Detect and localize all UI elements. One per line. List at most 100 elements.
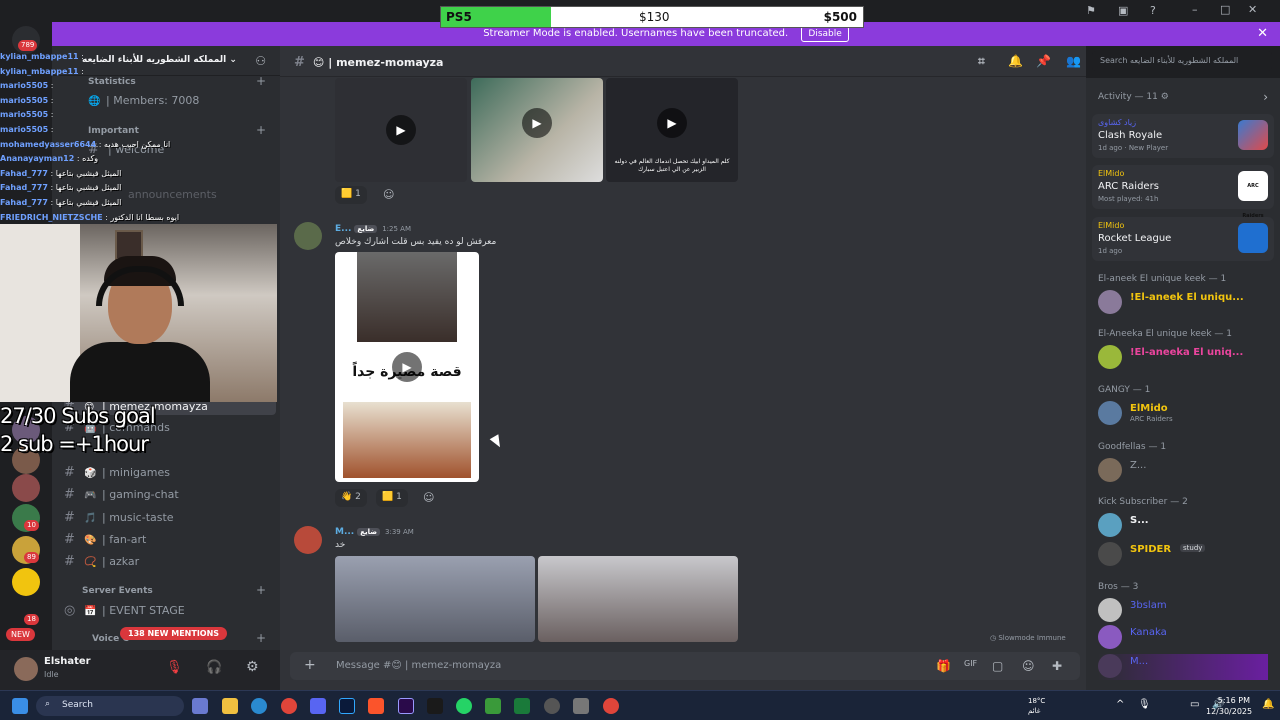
channel-fan-art[interactable]: # 🎨 | fan-art [64, 532, 146, 547]
app-icon[interactable] [514, 698, 530, 714]
play-icon[interactable]: ▶ [657, 108, 687, 138]
channel-gaming-chat[interactable]: # 🎮 | gaming-chat [64, 487, 179, 502]
gift-icon[interactable]: 🎁 [936, 659, 951, 673]
chrome-icon[interactable] [281, 698, 297, 714]
sticker-icon[interactable]: ▢ [992, 659, 1003, 673]
pin-icon[interactable]: 📌 [1036, 54, 1051, 68]
search-input[interactable]: Search المملكه الشطوريه للأبناء الضايعه [1092, 51, 1272, 71]
user-status: Idle [44, 670, 59, 679]
channel-event-stage[interactable]: ◎ 📅 | EVENT STAGE [64, 603, 185, 618]
settings-icon[interactable] [573, 698, 589, 714]
message-author[interactable]: M... ضايع 3:39 AM [335, 527, 414, 537]
help-icon[interactable]: ? [1150, 4, 1156, 17]
threads-icon[interactable]: ⌗ [978, 54, 985, 69]
gif-icon[interactable]: GIF [964, 659, 977, 668]
prayer-icon: 📿 [84, 557, 97, 568]
member-item[interactable]: M... [1098, 654, 1268, 680]
taskbar-search[interactable]: ⌕ Search [36, 696, 184, 716]
stream-chat-user: kylian_mbappe11 [0, 52, 79, 61]
bell-icon[interactable]: 🔔 [1008, 54, 1023, 68]
chrome-icon[interactable] [603, 698, 619, 714]
add-channel-icon[interactable]: + [256, 74, 266, 88]
wifi-icon[interactable]: ▭ [1190, 699, 1199, 710]
play-icon[interactable]: ▶ [386, 115, 416, 145]
premiere-icon[interactable] [398, 698, 414, 714]
inbox-icon[interactable]: ⚑ [1086, 4, 1096, 17]
weather-widget[interactable]: 18°C غائم [1028, 696, 1045, 716]
obs-icon[interactable] [427, 698, 443, 714]
channel-azkar[interactable]: # 📿 | azkar [64, 554, 139, 569]
stream-chat-message: kylian_mbappe11 : [0, 52, 84, 61]
file-explorer-icon[interactable] [222, 698, 238, 714]
taskbar-clock[interactable]: 5:16 PM 12/30/2025 [1206, 695, 1252, 717]
streamer-webcam [0, 224, 277, 402]
channel-minigames[interactable]: # 🎲 | minigames [64, 465, 170, 480]
activity-card[interactable]: ElMido ARC Raiders Most played: 41h ARC … [1092, 165, 1274, 219]
add-reaction-icon[interactable]: ☺ [423, 491, 434, 504]
photoshop-icon[interactable] [339, 698, 355, 714]
stream-chat-message: Fahad_777 : الميثل فيشبي بتاعها [0, 183, 122, 193]
chevron-right-icon[interactable]: › [1263, 90, 1268, 104]
apps-icon[interactable]: ✚ [1052, 659, 1062, 673]
message-author[interactable]: E... ضايع 1:25 AM [335, 224, 411, 234]
teams-icon[interactable] [192, 698, 208, 714]
tray-chevron-icon[interactable]: ^ [1116, 699, 1124, 710]
gear-icon[interactable]: ⚙ [1161, 92, 1169, 102]
role-section: El-Aneeka El unique keek — 1 [1098, 329, 1232, 339]
hash-icon: # [64, 510, 75, 525]
discord-icon[interactable] [310, 698, 326, 714]
reaction-pill[interactable]: 🟨 1 [335, 186, 367, 204]
activity-card[interactable]: ElMido Rocket League 1d ago [1092, 217, 1274, 261]
activity-sub: 1d ago · New Player [1098, 144, 1169, 152]
stage-icon: ◎ [64, 603, 76, 618]
server-icon[interactable] [12, 474, 40, 502]
avatar[interactable] [294, 222, 322, 250]
banner-close-icon[interactable]: ✕ [1257, 22, 1268, 46]
xbox-icon[interactable] [485, 698, 501, 714]
avatar[interactable] [14, 657, 38, 681]
image-attachment[interactable]: قصة مصيرة جداً ▶ [335, 252, 479, 482]
video-thumbnail[interactable]: ▶ كلم الميداو ابيك تحصل اندماك العالم في… [606, 78, 738, 182]
video-thumbnail[interactable]: ▶ [335, 78, 467, 182]
app-icon[interactable] [544, 698, 560, 714]
hash-icon: # [64, 554, 75, 569]
edge-icon[interactable] [251, 698, 267, 714]
members-icon[interactable]: 👥 [1066, 54, 1081, 68]
notification-icon[interactable]: 🔔 [1262, 699, 1274, 710]
play-icon[interactable]: ▶ [392, 352, 422, 382]
add-channel-icon[interactable]: + [256, 123, 266, 137]
avatar[interactable] [294, 526, 322, 554]
reaction-pill[interactable]: 👋 2 [335, 489, 367, 507]
new-mentions-pill[interactable]: 138 NEW MENTIONS [120, 627, 228, 640]
add-channel-icon[interactable]: + [256, 583, 266, 597]
windows-start-icon[interactable] [12, 698, 28, 714]
plus-icon[interactable]: + [304, 657, 316, 673]
reaction-pill[interactable]: 🟨 1 [376, 489, 408, 507]
channel-music-taste[interactable]: # 🎵 | music-taste [64, 510, 174, 525]
minimize-button[interactable]: – [1192, 3, 1198, 16]
play-icon[interactable]: ▶ [522, 108, 552, 138]
close-window-button[interactable]: ✕ [1248, 3, 1257, 16]
disable-button[interactable]: Disable [801, 26, 849, 42]
stream-chat-message: mario5505 : [0, 124, 54, 134]
activity-card[interactable]: زياد كشاوى Clash Royale 1d ago · New Pla… [1092, 114, 1274, 158]
headphones-icon[interactable]: 🎧 [206, 660, 222, 675]
message-composer[interactable]: + Message #😊 | memez-momayza 🎁 GIF ▢ ☺ ✚ [290, 652, 1080, 680]
video-thumbnail[interactable] [538, 556, 738, 642]
mic-icon[interactable]: 🎙 [1138, 699, 1151, 710]
member-name: 3bslam [1130, 600, 1167, 611]
settings-gear-icon[interactable]: ⚙ [246, 659, 259, 675]
category-server-events[interactable]: Server Events [82, 586, 153, 596]
video-thumbnail[interactable] [335, 556, 535, 642]
brave-icon[interactable] [368, 698, 384, 714]
server-icon[interactable] [12, 568, 40, 596]
video-thumbnail[interactable]: ▶ [471, 78, 603, 182]
maximize-button[interactable]: □ [1220, 3, 1230, 16]
add-channel-icon[interactable]: + [256, 631, 266, 645]
whatsapp-icon[interactable] [456, 698, 472, 714]
mic-muted-icon[interactable]: 🎙 [166, 660, 183, 675]
invite-icon[interactable]: ⚇ [255, 54, 266, 68]
emoji-picker-icon[interactable]: ☺ [1022, 659, 1035, 673]
add-reaction-icon[interactable]: ☺ [383, 188, 394, 201]
screen-share-icon[interactable]: ▣ [1118, 4, 1128, 17]
